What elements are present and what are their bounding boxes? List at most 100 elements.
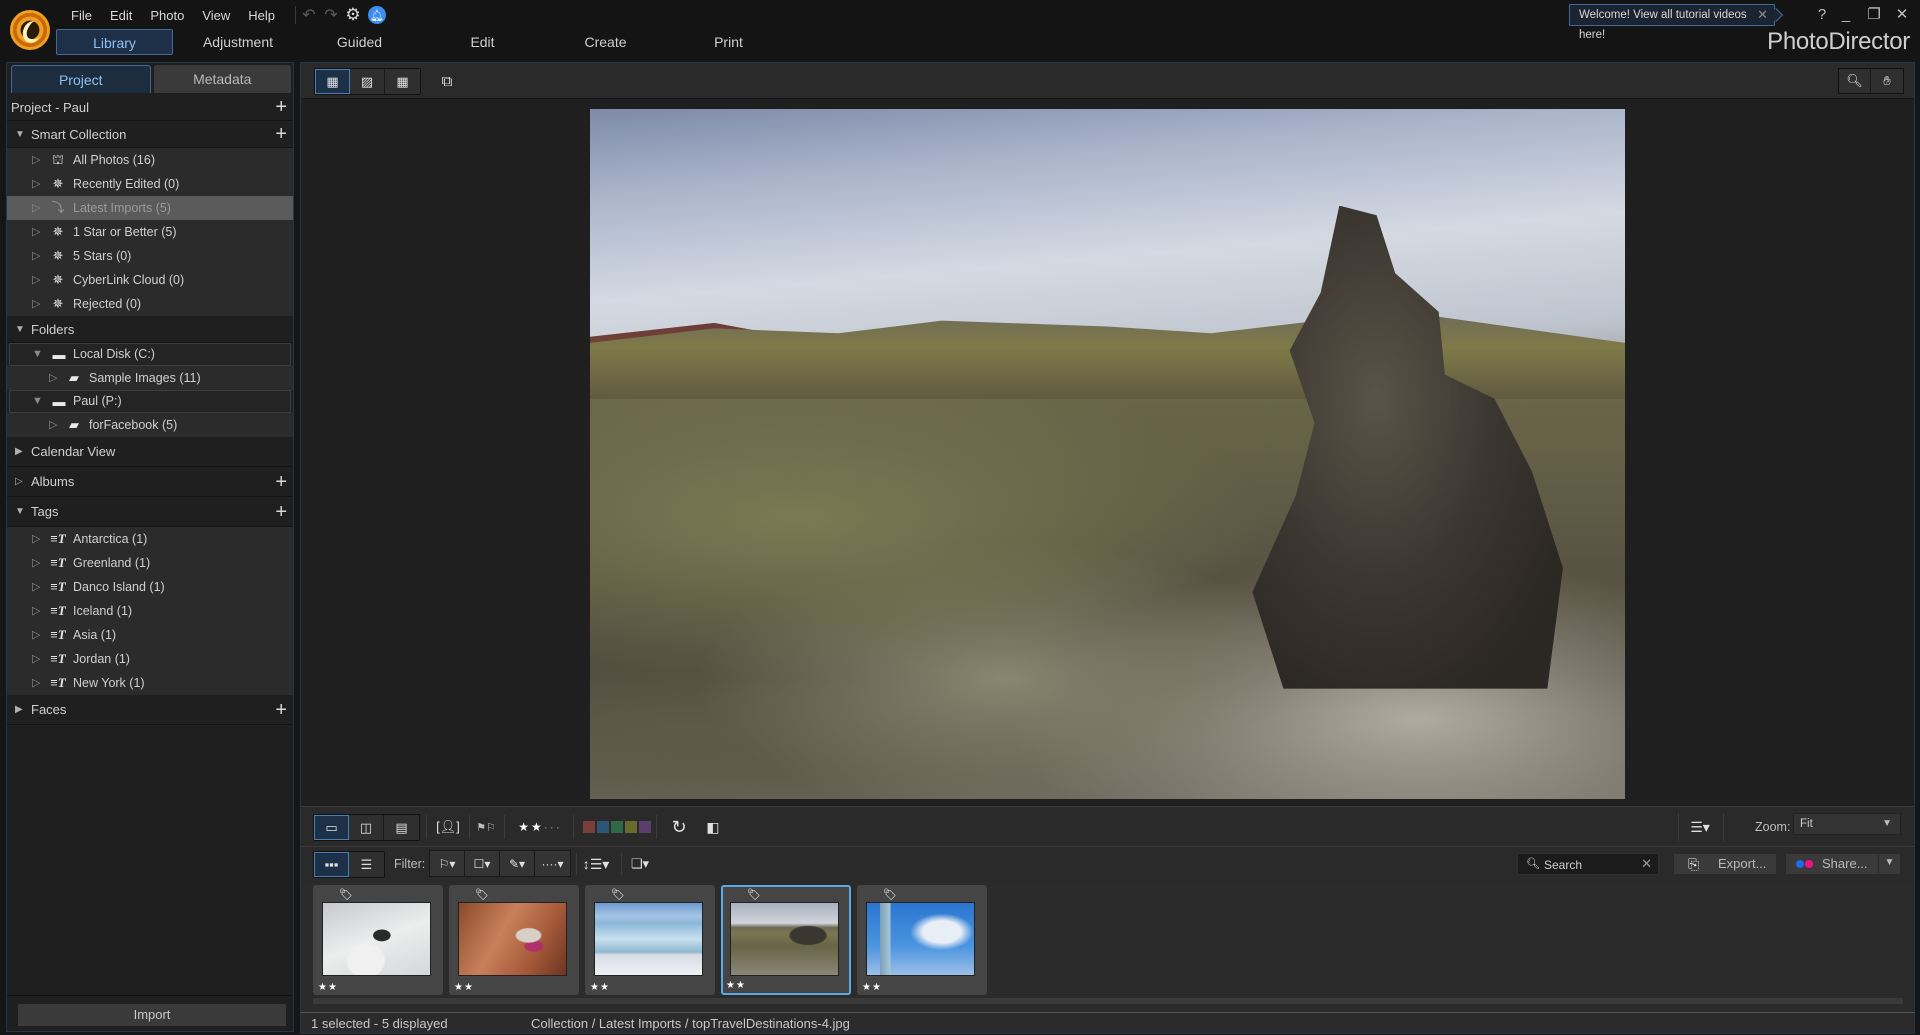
tab-metadata[interactable]: Metadata — [153, 65, 291, 93]
collapse-icon[interactable]: ▼ — [15, 497, 25, 527]
multi-view-icon[interactable]: ▤ — [384, 815, 419, 840]
thumbnail[interactable]: 🏷︎ ★★ — [449, 885, 579, 995]
clear-search-icon[interactable]: ✕ — [1641, 856, 1652, 872]
welcome-tooltip[interactable]: Welcome! View all tutorial videos here! … — [1569, 4, 1775, 41]
expand-icon[interactable]: ▷ — [32, 148, 40, 172]
tab-edit[interactable]: Edit — [421, 29, 544, 55]
stack-icon[interactable]: ❏▾ — [627, 852, 653, 876]
expand-icon[interactable]: ▷ — [32, 647, 40, 671]
star-filled-icon[interactable]: ★ — [531, 820, 542, 834]
star-empty-dot-icon[interactable]: · — [550, 820, 554, 834]
flip-icon[interactable]: ◧ — [700, 815, 726, 839]
expand-icon[interactable]: ▷ — [32, 671, 40, 695]
add-album-icon[interactable]: + — [275, 467, 287, 497]
collection-item-1-star[interactable]: ▷ ✵ 1 Star or Better (5) — [7, 220, 293, 244]
menu-edit[interactable]: Edit — [101, 8, 141, 23]
menu-view[interactable]: View — [193, 8, 239, 23]
filmstrip-icon[interactable]: ▪▪▪ — [314, 852, 349, 877]
star-rating[interactable]: ★ ★ · · · — [509, 815, 569, 839]
folder-sample-images[interactable]: ▷ ▰ Sample Images (11) — [7, 366, 293, 390]
menu-photo[interactable]: Photo — [141, 8, 193, 23]
calendar-view-header[interactable]: ▶ Calendar View — [7, 437, 293, 467]
undo-icon[interactable]: ↶ — [298, 4, 320, 26]
swap-display-icon[interactable]: ⧉ — [433, 69, 461, 93]
tag-item[interactable]: ▷ ≡T Antarctica (1) — [7, 527, 293, 551]
folder-forfacebook[interactable]: ▷ ▰ forFacebook (5) — [7, 413, 293, 437]
expand-icon[interactable]: ▷ — [15, 467, 23, 497]
color-label-swatch[interactable] — [625, 821, 637, 833]
sort-menu-icon[interactable]: ☰▾ — [1687, 815, 1713, 839]
collection-item-latest-imports[interactable]: ▷ ⤵ Latest Imports (5) — [7, 196, 293, 220]
albums-header[interactable]: ▷ Albums + — [7, 467, 293, 497]
help-button[interactable]: ? — [1812, 6, 1832, 23]
menu-file[interactable]: File — [62, 8, 101, 23]
thumbnail-selected[interactable]: 🏷︎ ★★ — [721, 885, 851, 995]
collection-item-cyberlink-cloud[interactable]: ▷ ✵ CyberLink Cloud (0) — [7, 268, 293, 292]
expand-icon[interactable]: ▷ — [32, 623, 40, 647]
viewer-with-filmstrip-icon[interactable]: ▦ — [315, 69, 350, 94]
export-button[interactable]: ⎘ Export... — [1673, 853, 1777, 875]
star-filled-icon[interactable]: ★ — [518, 820, 529, 834]
expand-icon[interactable]: ▷ — [32, 292, 40, 316]
add-tag-icon[interactable]: + — [275, 497, 287, 527]
collection-item-all-photos[interactable]: ▷ ⛫ All Photos (16) — [7, 148, 293, 172]
expand-icon[interactable]: ▷ — [32, 220, 40, 244]
sort-order-icon[interactable]: ↕☰▾ — [581, 852, 611, 876]
expand-icon[interactable]: ▷ — [49, 366, 57, 390]
grid-icon[interactable]: ▦ — [385, 69, 420, 94]
menu-help[interactable]: Help — [239, 8, 284, 23]
expand-icon[interactable]: ▷ — [32, 172, 40, 196]
expand-icon[interactable]: ▶ — [15, 437, 23, 467]
share-button[interactable]: Share... ▼ — [1785, 853, 1901, 875]
drive-local-disk[interactable]: ▼ ▬ Local Disk (C:) — [9, 343, 291, 366]
color-label-swatch[interactable] — [583, 821, 595, 833]
tab-print[interactable]: Print — [667, 29, 790, 55]
restore-button[interactable]: ❐ — [1860, 5, 1888, 23]
collapse-icon[interactable]: ▼ — [15, 121, 25, 148]
tag-item[interactable]: ▷ ≡T New York (1) — [7, 671, 293, 695]
add-smart-collection-icon[interactable]: + — [275, 121, 287, 148]
app-logo-icon[interactable] — [10, 10, 50, 50]
expand-icon[interactable]: ▷ — [32, 196, 40, 220]
tab-adjustment[interactable]: Adjustment — [178, 29, 298, 55]
bell-icon[interactable]: 🔔︎ — [368, 6, 386, 24]
more-filter-icon[interactable]: ····▾ — [535, 851, 570, 876]
flag-filter-icon[interactable]: ⚐▾ — [430, 851, 465, 876]
hand-icon[interactable]: ✋︎ — [1871, 69, 1903, 93]
flag-reject-icon[interactable]: ⚐ — [486, 821, 496, 834]
tab-project[interactable]: Project — [11, 65, 151, 93]
flag-pick-icon[interactable]: ⚑ — [476, 821, 486, 834]
tag-item[interactable]: ▷ ≡T Jordan (1) — [7, 647, 293, 671]
thumbnail[interactable]: 🏷︎ ★★ — [857, 885, 987, 995]
tag-item[interactable]: ▷ ≡T Danco Island (1) — [7, 575, 293, 599]
tag-item[interactable]: ▷ ≡T Asia (1) — [7, 623, 293, 647]
edit-filter-icon[interactable]: ✎▾ — [500, 851, 535, 876]
color-label-swatch[interactable] — [611, 821, 623, 833]
color-label-swatch[interactable] — [639, 821, 651, 833]
gear-icon[interactable]: ⚙ — [342, 4, 364, 26]
face-tag-icon[interactable]: [👤︎] — [433, 815, 463, 839]
add-face-icon[interactable]: + — [275, 695, 287, 725]
tags-header[interactable]: ▼ Tags + — [7, 497, 293, 527]
tag-item[interactable]: ▷ ≡T Greenland (1) — [7, 551, 293, 575]
single-view-icon[interactable]: ▭ — [314, 815, 349, 840]
filmstrip-scrollbar[interactable] — [313, 998, 1903, 1004]
label-filter-icon[interactable]: ☐▾ — [465, 851, 500, 876]
search-input[interactable]: 🔍︎ Search ✕ — [1517, 853, 1659, 875]
collection-item-rejected[interactable]: ▷ ✵ Rejected (0) — [7, 292, 293, 316]
minimize-button[interactable]: _ — [1832, 6, 1860, 23]
expand-icon[interactable]: ▷ — [32, 575, 40, 599]
tab-library[interactable]: Library — [56, 29, 173, 55]
expand-icon[interactable]: ▷ — [32, 551, 40, 575]
add-project-icon[interactable]: + — [275, 94, 287, 121]
share-dropdown-icon[interactable]: ▼ — [1878, 853, 1900, 875]
tab-create[interactable]: Create — [544, 29, 667, 55]
collapse-icon[interactable]: ▼ — [15, 316, 25, 343]
smart-collection-header[interactable]: ▼ Smart Collection + — [7, 121, 293, 148]
viewer-icon[interactable]: ▨ — [350, 69, 385, 94]
collection-item-recently-edited[interactable]: ▷ ✵ Recently Edited (0) — [7, 172, 293, 196]
tab-guided[interactable]: Guided — [298, 29, 421, 55]
tag-item[interactable]: ▷ ≡T Iceland (1) — [7, 599, 293, 623]
main-photo[interactable] — [590, 109, 1625, 799]
rotate-icon[interactable]: ↻ — [667, 815, 691, 839]
